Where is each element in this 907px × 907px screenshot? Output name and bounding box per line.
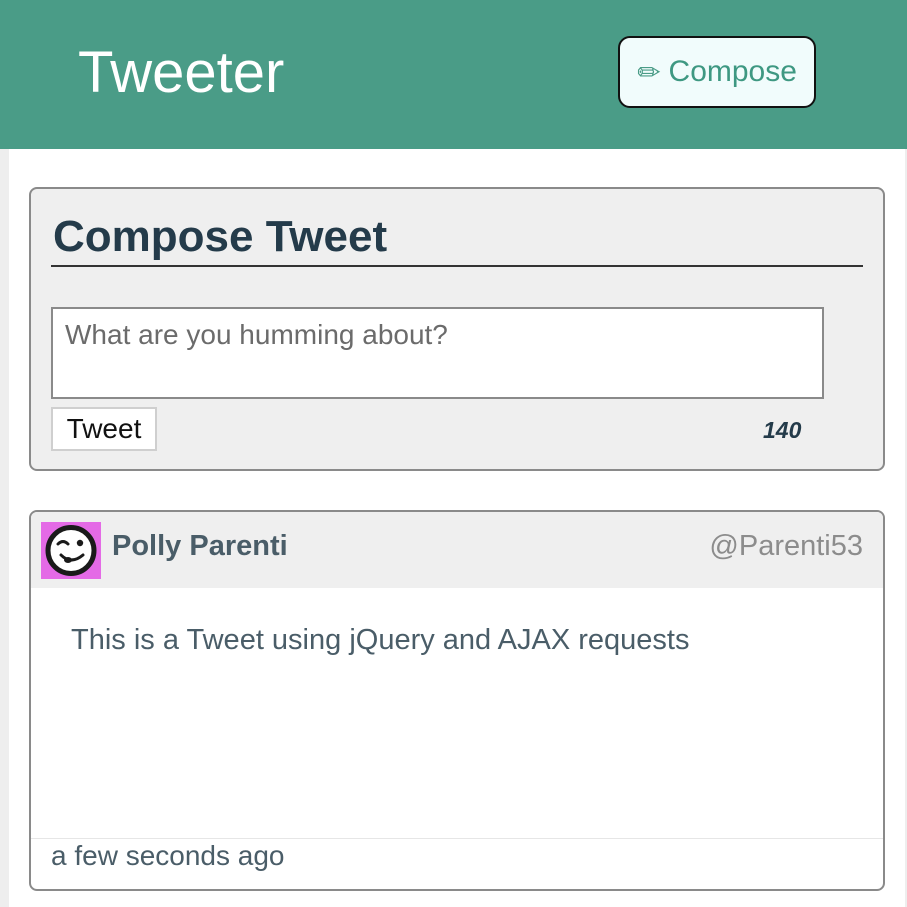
tweet-submit-button[interactable]: Tweet (51, 407, 157, 451)
tweet-footer-divider (31, 838, 883, 839)
compose-divider (51, 265, 863, 267)
compose-toggle-button[interactable]: ✏ Compose (618, 36, 816, 108)
char-counter: 140 (763, 417, 802, 443)
pencil-icon: ✏ (637, 56, 661, 88)
avatar (41, 522, 101, 579)
tweet-header: Polly Parenti @Parenti53 (31, 512, 883, 588)
tweet-text: This is a Tweet using jQuery and AJAX re… (71, 624, 690, 656)
tweet-author-handle: @Parenti53 (709, 530, 863, 562)
tweet-card: Polly Parenti @Parenti53 This is a Tweet… (29, 510, 885, 891)
tweet-textarea[interactable] (51, 307, 824, 399)
compose-title: Compose Tweet (53, 212, 388, 261)
brand-title: Tweeter (78, 40, 285, 105)
top-navbar: Tweeter ✏ Compose (0, 0, 907, 149)
winking-face-icon (45, 525, 97, 576)
tweet-timestamp: a few seconds ago (51, 840, 285, 871)
tweet-author-name: Polly Parenti (112, 530, 288, 562)
compose-button-label: Compose (668, 55, 797, 88)
compose-tweet-section: Compose Tweet Tweet 140 (29, 187, 885, 471)
